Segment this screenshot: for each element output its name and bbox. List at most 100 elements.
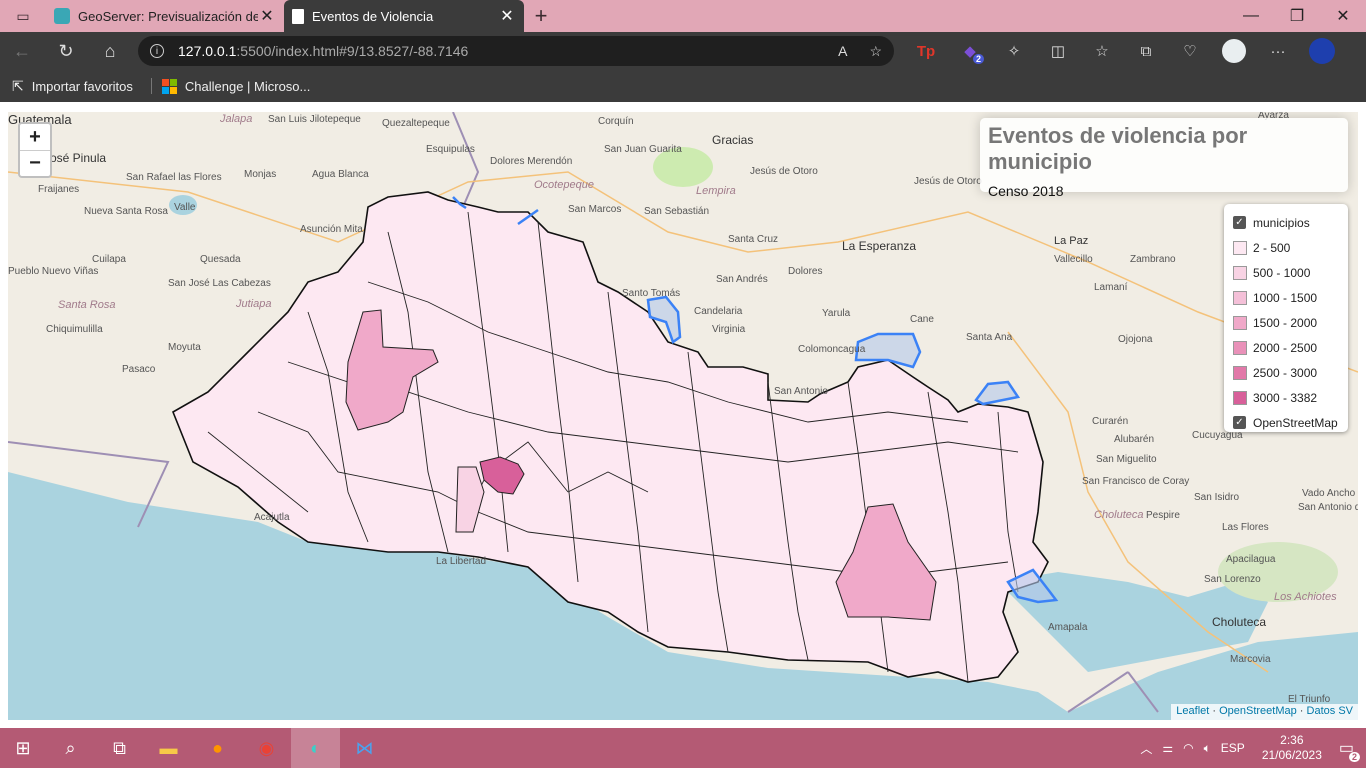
place-label: Colomoncagua bbox=[798, 344, 866, 355]
place-label: Esquipulas bbox=[426, 144, 475, 155]
edge-icon[interactable]: ◐ bbox=[291, 728, 340, 768]
place-label: Monjas bbox=[244, 169, 276, 180]
place-label: Choluteca bbox=[1212, 615, 1266, 629]
tab-eventos[interactable]: Eventos de Violencia ✕ bbox=[284, 0, 524, 32]
address-bar[interactable]: i 127.0.0.1 :5500/index.html#9/13.8527/-… bbox=[138, 36, 894, 66]
restore-icon[interactable]: ❐ bbox=[1274, 0, 1320, 32]
file-explorer-icon[interactable]: ▬ bbox=[144, 728, 193, 768]
close-window-icon[interactable]: ✕ bbox=[1320, 0, 1366, 32]
place-label: San Isidro bbox=[1194, 492, 1239, 503]
place-label: Corquín bbox=[598, 116, 634, 127]
import-favorites-link[interactable]: ⇱ Importar favoritos bbox=[12, 78, 133, 95]
close-tab-icon[interactable]: ✕ bbox=[498, 6, 516, 26]
legend-item: 2500 - 3000 bbox=[1233, 360, 1339, 385]
language-indicator[interactable]: ESP bbox=[1221, 741, 1245, 755]
checkbox-checked-icon[interactable]: ✓ bbox=[1233, 416, 1246, 429]
volume-icon[interactable]: 🔈︎ bbox=[1204, 741, 1211, 756]
page-favicon-icon bbox=[292, 8, 304, 24]
clock[interactable]: 2:36 21/06/2023 bbox=[1262, 733, 1322, 763]
split-screen-icon[interactable]: ◫ bbox=[1036, 32, 1080, 70]
place-label: Santa Cruz bbox=[728, 234, 778, 245]
profile-avatar-icon[interactable] bbox=[1212, 32, 1256, 70]
tab-title: GeoServer: Previsualización de ca bbox=[78, 8, 258, 24]
chrome-icon[interactable]: ◉ bbox=[242, 728, 291, 768]
translate-extension-icon[interactable]: Tp bbox=[904, 32, 948, 70]
search-icon[interactable]: ⌕ bbox=[46, 728, 95, 768]
home-icon[interactable]: ⌂ bbox=[88, 32, 132, 70]
system-tray: ︿ ⚌ ◠ 🔈︎ ESP 2:36 21/06/2023 ▭ 2 bbox=[1135, 728, 1366, 768]
place-label: Alubarén bbox=[1114, 434, 1154, 445]
favorite-label: Challenge | Microso... bbox=[184, 78, 311, 94]
zoom-control: + − bbox=[18, 122, 52, 178]
wifi-icon[interactable]: ◠ bbox=[1183, 741, 1193, 755]
refresh-icon[interactable]: ↻ bbox=[44, 32, 88, 70]
place-label: Valle bbox=[174, 202, 196, 213]
back-icon[interactable]: ← bbox=[0, 32, 44, 70]
legend-label: 500 - 1000 bbox=[1253, 265, 1311, 280]
osm-link[interactable]: OpenStreetMap bbox=[1219, 705, 1297, 717]
more-menu-icon[interactable]: ··· bbox=[1256, 32, 1300, 70]
challenge-favorite-link[interactable]: Challenge | Microso... bbox=[161, 78, 311, 94]
collections-icon[interactable]: ⧉ bbox=[1124, 32, 1168, 70]
osm-layer-toggle[interactable]: ✓ OpenStreetMap bbox=[1233, 410, 1339, 435]
place-label: Quezaltepeque bbox=[382, 118, 450, 129]
municipios-layer-toggle[interactable]: ✓ municipios bbox=[1233, 210, 1339, 235]
divider bbox=[150, 78, 152, 94]
network-icon[interactable]: ⚌ bbox=[1162, 741, 1173, 755]
zoom-out-button[interactable]: − bbox=[20, 150, 50, 176]
extension-badge: 2 bbox=[972, 54, 984, 64]
legend-swatch bbox=[1233, 390, 1247, 405]
site-info-icon[interactable]: i bbox=[150, 44, 164, 58]
zoom-in-button[interactable]: + bbox=[20, 124, 50, 150]
bing-chat-icon[interactable] bbox=[1300, 32, 1344, 70]
place-label: Acajutla bbox=[254, 512, 290, 523]
checkbox-checked-icon[interactable]: ✓ bbox=[1233, 216, 1246, 229]
performance-icon[interactable]: ♡ bbox=[1168, 32, 1212, 70]
place-label: Fraijanes bbox=[38, 184, 79, 195]
place-label: La Esperanza bbox=[842, 239, 916, 253]
vscode-icon[interactable]: ⋈ bbox=[340, 728, 389, 768]
place-label: Vallecillo bbox=[1054, 254, 1093, 265]
place-label: Santa Ana bbox=[966, 332, 1013, 343]
tab-geoserver[interactable]: GeoServer: Previsualización de ca ✕ bbox=[46, 0, 284, 32]
place-label: Marcovia bbox=[1230, 654, 1271, 665]
start-windows-icon[interactable]: ⊞ bbox=[0, 728, 46, 768]
close-tab-icon[interactable]: ✕ bbox=[258, 6, 276, 26]
place-label: Candelaria bbox=[694, 306, 743, 317]
window-controls: — ❐ ✕ bbox=[1228, 0, 1366, 32]
clock-date: 21/06/2023 bbox=[1261, 748, 1322, 762]
place-label: Lempira bbox=[696, 185, 736, 197]
url-host: 127.0.0.1 bbox=[178, 43, 237, 59]
tab-title: Eventos de Violencia bbox=[312, 8, 434, 24]
place-label: Los Achiotes bbox=[1274, 591, 1337, 603]
new-tab-button[interactable]: + bbox=[524, 3, 558, 29]
place-label: Dolores bbox=[788, 266, 822, 277]
place-label: Santa Rosa bbox=[58, 299, 115, 311]
task-view-icon[interactable]: ⧉ bbox=[95, 728, 144, 768]
leaflet-link[interactable]: Leaflet bbox=[1176, 705, 1209, 717]
place-label: San Juan Guarita bbox=[604, 144, 682, 155]
legend-swatch bbox=[1233, 240, 1247, 255]
favorite-label: Importar favoritos bbox=[31, 78, 133, 94]
place-label: San José Las Cabezas bbox=[168, 278, 271, 289]
place-label: Chiquimulilla bbox=[46, 324, 103, 335]
datos-sv-link[interactable]: Datos SV bbox=[1307, 705, 1353, 717]
place-label: San Antonio de Flores bbox=[1298, 502, 1358, 513]
tab-actions-icon[interactable]: ▭ bbox=[0, 0, 46, 32]
place-label: Jutiapa bbox=[235, 298, 271, 310]
read-aloud-icon[interactable]: A bbox=[838, 43, 847, 59]
tray-overflow-icon[interactable]: ︿ bbox=[1140, 740, 1152, 757]
notifications-icon[interactable]: ▭ 2 bbox=[1339, 738, 1360, 762]
favorites-bar: ⇱ Importar favoritos Challenge | Microso… bbox=[0, 70, 1366, 102]
extensions-puzzle-icon[interactable]: ✧ bbox=[992, 32, 1036, 70]
microsoft-logo-icon bbox=[161, 78, 177, 94]
map-title-panel: Eventos de violencia por municipio Censo… bbox=[980, 118, 1348, 199]
legend-item: 1000 - 1500 bbox=[1233, 285, 1339, 310]
place-label: Virginia bbox=[712, 324, 746, 335]
favorites-icon[interactable]: ☆ bbox=[1080, 32, 1124, 70]
leaflet-map[interactable]: Guatemala José Pinula Fraijanes San Rafa… bbox=[8, 112, 1358, 720]
extension-icon[interactable]: ◆ 2 bbox=[948, 32, 992, 70]
firefox-icon[interactable]: ● bbox=[193, 728, 242, 768]
minimize-icon[interactable]: — bbox=[1228, 0, 1274, 32]
favorite-star-icon[interactable]: ☆ bbox=[869, 43, 882, 60]
